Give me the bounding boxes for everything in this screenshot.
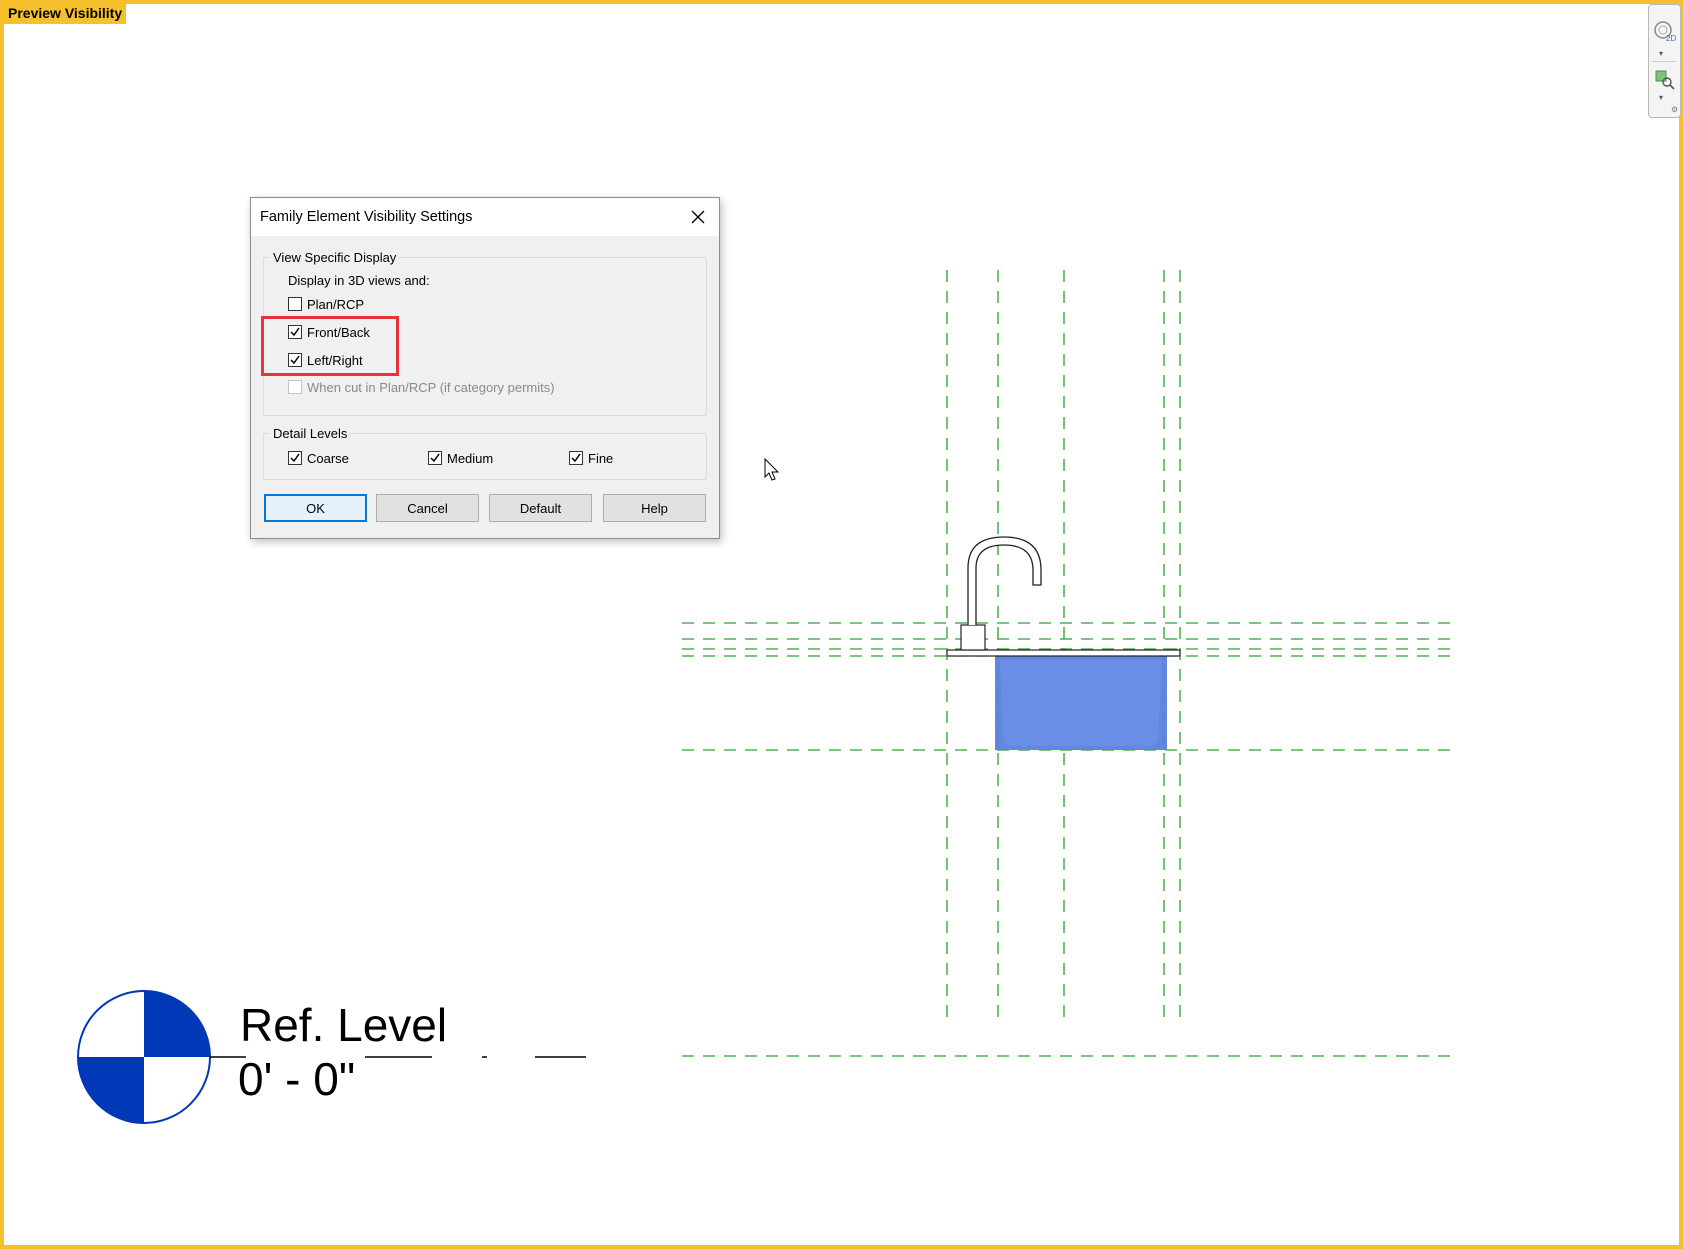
checkmark-icon — [430, 453, 440, 463]
dialog-titlebar[interactable]: Family Element Visibility Settings — [251, 198, 719, 236]
default-button[interactable]: Default — [489, 494, 592, 522]
checkbox-box[interactable] — [288, 451, 302, 465]
zoom-region-icon[interactable] — [1652, 67, 1676, 91]
family-element-visibility-dialog: Family Element Visibility Settings View … — [250, 197, 720, 539]
checkbox-left-right[interactable]: Left/Right — [288, 351, 363, 369]
faucet-base[interactable] — [960, 624, 986, 651]
cancel-button[interactable]: Cancel — [376, 494, 479, 522]
checkbox-label: Front/Back — [307, 324, 370, 340]
chevron-down-icon[interactable]: ▾ — [1659, 93, 1663, 102]
view-cube-2d-icon[interactable]: 2D — [1652, 19, 1676, 43]
svg-text:2D: 2D — [1666, 34, 1676, 43]
checkmark-icon — [290, 453, 300, 463]
sink-bowl-inner — [1000, 660, 1162, 746]
checkbox-fine[interactable]: Fine — [569, 449, 613, 467]
checkbox-box — [288, 380, 302, 394]
checkbox-front-back[interactable]: Front/Back — [288, 323, 370, 341]
checkbox-label: Plan/RCP — [307, 296, 365, 312]
checkbox-label: Left/Right — [307, 352, 363, 368]
checkbox-when-cut: When cut in Plan/RCP (if category permit… — [288, 378, 555, 396]
checkbox-label: When cut in Plan/RCP (if category permit… — [307, 379, 555, 395]
close-icon — [691, 210, 705, 224]
mouse-cursor — [764, 457, 780, 481]
checkbox-box[interactable] — [288, 353, 302, 367]
level-elevation-label[interactable]: 0' - 0" — [238, 1056, 355, 1102]
dialog-title: Family Element Visibility Settings — [260, 209, 473, 225]
help-button[interactable]: Help — [603, 494, 706, 522]
checkmark-icon — [290, 355, 300, 365]
level-name-label[interactable]: Ref. Level — [240, 1002, 447, 1048]
checkbox-box[interactable] — [288, 297, 302, 311]
chevron-down-icon[interactable]: ▾ — [1659, 49, 1663, 58]
view-specific-display-legend: View Specific Display — [270, 250, 400, 265]
view-navigation-panel: 2D ▾ ▾ ⚙ — [1648, 4, 1681, 118]
checkbox-box[interactable] — [569, 451, 583, 465]
checkmark-icon — [571, 453, 581, 463]
checkbox-coarse[interactable]: Coarse — [288, 449, 349, 467]
checkmark-icon — [290, 327, 300, 337]
close-button[interactable] — [685, 204, 711, 230]
ok-button[interactable]: OK — [264, 494, 367, 522]
checkbox-plan-rcp[interactable]: Plan/RCP — [288, 295, 364, 313]
checkbox-label: Coarse — [307, 450, 349, 466]
countertop-edge[interactable] — [946, 649, 1181, 657]
display-in-3d-label: Display in 3D views and: — [288, 273, 430, 288]
detail-levels-legend: Detail Levels — [270, 426, 351, 441]
checkbox-box[interactable] — [428, 451, 442, 465]
checkbox-label: Medium — [447, 450, 494, 466]
checkbox-box[interactable] — [288, 325, 302, 339]
checkbox-medium[interactable]: Medium — [428, 449, 493, 467]
divider — [1652, 61, 1676, 62]
checkbox-label: Fine — [588, 450, 614, 466]
panel-options-icon[interactable]: ⚙ — [1671, 105, 1678, 114]
faucet-spout[interactable] — [967, 536, 1042, 625]
